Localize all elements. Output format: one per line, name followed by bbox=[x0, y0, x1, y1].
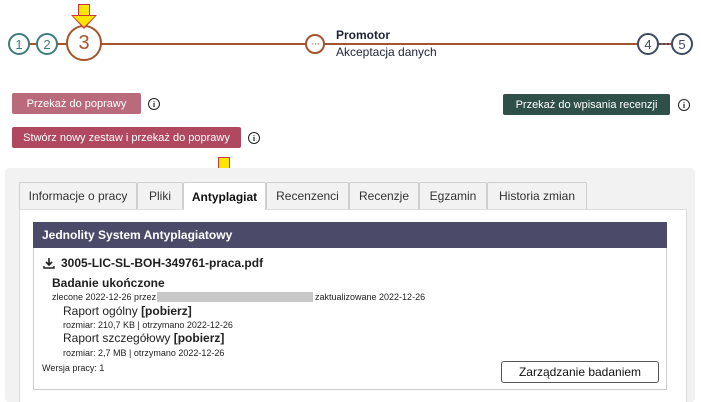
create-set-and-forward-button[interactable]: Stwórz nowy zestaw i przekaż do poprawy bbox=[12, 127, 241, 148]
panel-title: Jednolity System Antyplagiatowy bbox=[42, 228, 233, 242]
info-icon[interactable]: i bbox=[148, 98, 160, 110]
tab-pliki[interactable]: Pliki bbox=[137, 182, 183, 209]
step-1[interactable]: 1 bbox=[8, 33, 30, 55]
panel-header: Jednolity System Antyplagiatowy bbox=[33, 222, 667, 248]
redacted-name bbox=[157, 292, 313, 302]
tab-historia-zmian[interactable]: Historia zmian bbox=[487, 182, 587, 209]
updated-date: zaktualizowane 2022-12-26 bbox=[315, 292, 426, 302]
general-report-meta: rozmiar: 210,7 KB | otrzymano 2022-12-26 bbox=[63, 320, 233, 330]
manage-study-button[interactable]: Zarządzanie badaniem bbox=[501, 361, 659, 383]
tab-recenzje[interactable]: Recenzje bbox=[349, 182, 419, 209]
general-report-download-link[interactable]: [pobierz] bbox=[141, 304, 192, 318]
general-report-row: Raport ogólny [pobierz] bbox=[63, 304, 192, 318]
detailed-report-download-link[interactable]: [pobierz] bbox=[174, 331, 225, 345]
step-3-current[interactable]: 3 bbox=[66, 25, 102, 61]
detailed-report-row: Raport szczegółowy [pobierz] bbox=[63, 331, 225, 345]
tab-informacje-o-pracy[interactable]: Informacje o pracy bbox=[19, 182, 137, 209]
download-icon bbox=[43, 257, 55, 269]
step-title: Promotor bbox=[336, 28, 390, 42]
tab-recenzenci[interactable]: Recenzenci bbox=[266, 182, 349, 209]
detailed-report-meta: rozmiar: 2,7 MB | otrzymano 2022-12-26 bbox=[63, 348, 225, 358]
step-current-substep[interactable]: ··· bbox=[305, 34, 325, 54]
forward-to-correction-button[interactable]: Przekaż do poprawy bbox=[12, 93, 141, 114]
work-version: Wersja pracy: 1 bbox=[42, 363, 105, 373]
step-5[interactable]: 5 bbox=[671, 33, 693, 55]
step-subtitle: Akceptacja danych bbox=[336, 45, 437, 59]
info-icon[interactable]: i bbox=[678, 99, 690, 111]
info-icon[interactable]: i bbox=[248, 132, 260, 144]
study-status: Badanie ukończone bbox=[52, 276, 165, 290]
step-4[interactable]: 4 bbox=[637, 33, 659, 55]
ordered-by: zlecone 2022-12-26 przez bbox=[52, 292, 157, 302]
highlight-arrow-down-icon bbox=[71, 4, 97, 30]
tab-antyplagiat[interactable]: Antyplagiat bbox=[183, 182, 266, 210]
tab-egzamin[interactable]: Egzamin bbox=[419, 182, 487, 209]
step-2[interactable]: 2 bbox=[36, 33, 58, 55]
page: 1 2 3 ··· Promotor Akceptacja danych 4 5… bbox=[0, 0, 701, 402]
file-download-link[interactable]: 3005-LIC-SL-BOH-349761-praca.pdf bbox=[43, 256, 263, 270]
file-name: 3005-LIC-SL-BOH-349761-praca.pdf bbox=[61, 256, 264, 270]
forward-to-review-button[interactable]: Przekaż do wpisania recenzji bbox=[503, 94, 670, 115]
